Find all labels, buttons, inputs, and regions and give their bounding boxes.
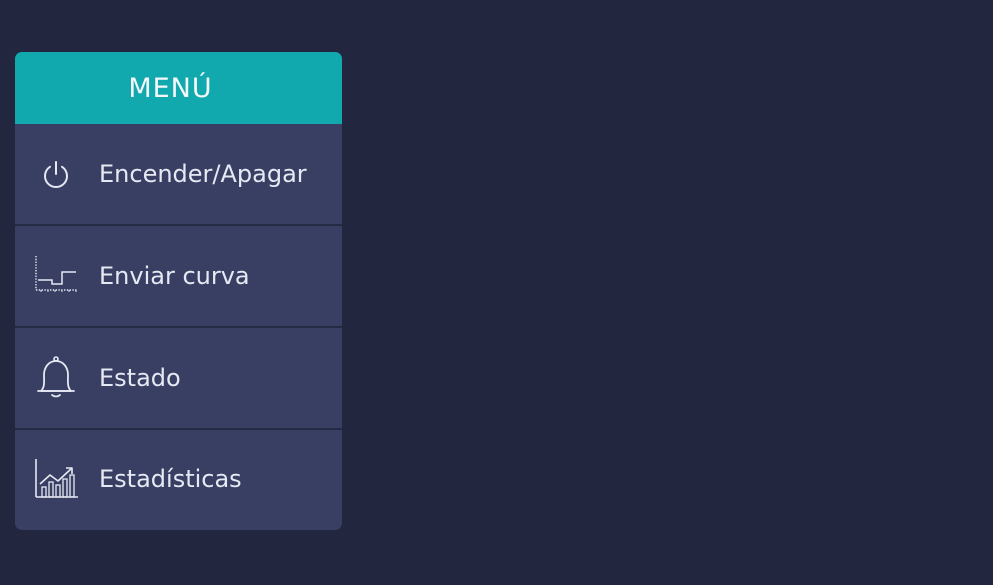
rising-bar-chart-icon [31,454,81,504]
menu-item-estado[interactable]: Estado [15,328,342,430]
menu-title: MENÚ [15,52,342,124]
menu-panel: MENÚ Encender/Apagar Enviar curva Estado… [15,52,342,530]
menu-item-label: Enviar curva [99,262,250,290]
power-icon [31,149,81,199]
menu-item-estadisticas[interactable]: Estadísticas [15,430,342,528]
step-curve-chart-icon [31,251,81,301]
menu-item-enviar-curva[interactable]: Enviar curva [15,226,342,328]
bell-icon [31,353,81,403]
menu-item-label: Encender/Apagar [99,160,307,188]
menu-item-encender-apagar[interactable]: Encender/Apagar [15,124,342,226]
menu-item-label: Estado [99,364,181,392]
menu-item-label: Estadísticas [99,465,242,493]
